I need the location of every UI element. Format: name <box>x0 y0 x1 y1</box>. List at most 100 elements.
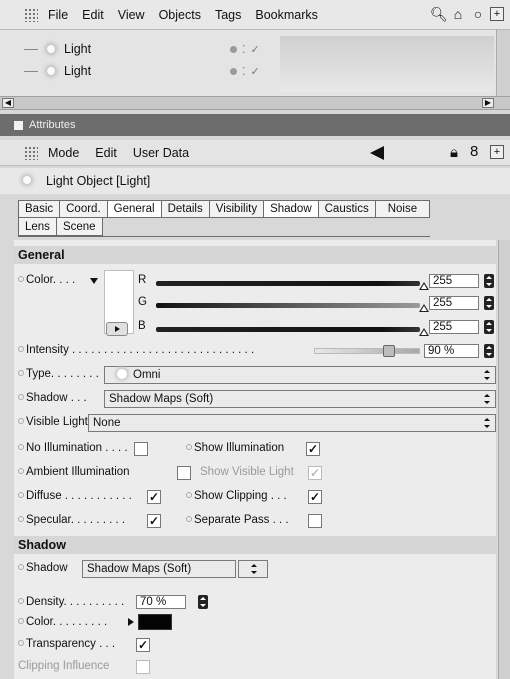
animate-bullet-icon[interactable] <box>18 394 24 400</box>
tab-lens[interactable]: Lens <box>18 218 56 236</box>
menu-user-data[interactable]: User Data <box>133 146 189 160</box>
tab-scene[interactable]: Scene <box>55 218 103 236</box>
animate-bullet-icon[interactable] <box>186 516 192 522</box>
separate-pass-checkbox[interactable] <box>308 514 322 528</box>
b-slider[interactable] <box>156 327 420 332</box>
object-tree: Light ⁚ ✓ Light ⁚ ✓ <box>18 38 276 82</box>
animate-bullet-icon[interactable] <box>18 640 24 646</box>
lock-icon[interactable]: 🔒︎ <box>450 144 458 161</box>
show-clipping-checkbox[interactable]: ✓ <box>308 490 322 504</box>
intensity-slider-thumb[interactable] <box>383 345 396 357</box>
g-value-field[interactable]: 255 <box>429 296 479 310</box>
menu-view[interactable]: View <box>118 8 145 22</box>
density-value-field[interactable]: 70 % <box>136 595 186 609</box>
shadow-type-dropdown[interactable]: Shadow Maps (Soft) <box>82 560 236 578</box>
animate-bullet-icon[interactable] <box>18 468 24 474</box>
object-name[interactable]: Light <box>64 42 230 56</box>
menu-objects[interactable]: Objects <box>159 8 201 22</box>
r-spinner[interactable] <box>484 274 494 288</box>
enabled-check-icon[interactable]: ✓ <box>251 43 260 56</box>
b-spinner[interactable] <box>484 320 494 334</box>
r-slider[interactable] <box>156 281 420 286</box>
expand-icon[interactable]: + <box>490 7 504 21</box>
visibility-toggle-icon[interactable]: ⁚ <box>242 65 246 78</box>
ellipse-icon[interactable]: ○ <box>470 6 486 22</box>
layer-dot-icon[interactable] <box>230 45 237 53</box>
attributes-scrollbar[interactable] <box>498 240 510 679</box>
tab-shadow[interactable]: Shadow <box>263 200 318 218</box>
animate-bullet-icon[interactable] <box>18 418 24 424</box>
show-illumination-checkbox[interactable]: ✓ <box>306 442 320 456</box>
visible-light-dropdown[interactable]: None <box>88 414 496 432</box>
menu-edit[interactable]: Edit <box>95 146 117 160</box>
color-menu-arrow-icon[interactable] <box>90 278 98 284</box>
horizontal-scrollbar[interactable]: ◀ ▶ <box>0 96 510 110</box>
intensity-slider[interactable] <box>314 348 420 354</box>
animate-bullet-icon[interactable] <box>186 444 192 450</box>
specular-checkbox[interactable]: ✓ <box>147 514 161 528</box>
object-manager-menubar: File Edit View Objects Tags Bookmarks 🔍︎… <box>0 0 510 30</box>
g-slider-thumb[interactable] <box>419 304 429 312</box>
shadow-type-dropdown-button[interactable] <box>238 560 268 578</box>
diffuse-checkbox[interactable]: ✓ <box>147 490 161 504</box>
transparency-checkbox[interactable]: ✓ <box>136 638 150 652</box>
animate-bullet-icon[interactable] <box>18 564 24 570</box>
scroll-right-icon[interactable]: ▶ <box>482 98 494 108</box>
intensity-spinner[interactable] <box>484 344 494 358</box>
grip-icon[interactable] <box>24 7 38 22</box>
menu-mode[interactable]: Mode <box>48 146 79 160</box>
tab-coord[interactable]: Coord. <box>59 200 107 218</box>
grip-icon[interactable] <box>24 145 38 160</box>
animate-bullet-icon[interactable] <box>18 492 24 498</box>
tab-details[interactable]: Details <box>160 200 209 218</box>
layer-dot-icon[interactable] <box>230 67 237 75</box>
density-spinner[interactable] <box>198 595 208 609</box>
b-slider-thumb[interactable] <box>419 328 429 336</box>
animate-bullet-icon[interactable] <box>18 516 24 522</box>
link-icon[interactable]: 8 <box>470 143 478 160</box>
menu-file[interactable]: File <box>48 8 68 22</box>
r-value-field[interactable]: 255 <box>429 274 479 288</box>
scroll-left-icon[interactable]: ◀ <box>2 98 14 108</box>
list-item[interactable]: Light ⁚ ✓ <box>18 60 276 82</box>
b-value-field[interactable]: 255 <box>429 320 479 334</box>
menu-tags[interactable]: Tags <box>215 8 241 22</box>
g-slider[interactable] <box>156 303 420 308</box>
expand-icon[interactable]: + <box>490 145 504 159</box>
g-spinner[interactable] <box>484 296 494 310</box>
animate-bullet-icon[interactable] <box>18 598 24 604</box>
intensity-value-field[interactable]: 90 % <box>424 344 479 358</box>
tab-noise[interactable]: Noise <box>374 200 431 218</box>
list-item[interactable]: Light ⁚ ✓ <box>18 38 276 60</box>
animate-bullet-icon[interactable] <box>18 370 24 376</box>
animate-bullet-icon[interactable] <box>18 276 24 282</box>
home-icon[interactable]: ⌂ <box>450 6 466 22</box>
animate-bullet-icon[interactable] <box>18 444 24 450</box>
ambient-illumination-checkbox[interactable] <box>177 466 191 480</box>
color-picker-button[interactable] <box>106 322 128 336</box>
animate-bullet-icon[interactable] <box>18 346 24 352</box>
tab-basic[interactable]: Basic <box>18 200 60 218</box>
animate-bullet-icon[interactable] <box>186 492 192 498</box>
section-general-heading: General <box>14 246 496 264</box>
object-flags: ⁚ ✓ <box>230 65 276 78</box>
no-illumination-checkbox[interactable] <box>134 442 148 456</box>
color-expand-arrow-icon[interactable] <box>128 618 134 626</box>
search-icon[interactable]: 🔍︎ <box>430 6 448 22</box>
enabled-check-icon[interactable]: ✓ <box>251 65 260 78</box>
back-arrow-icon[interactable] <box>370 146 384 160</box>
animate-bullet-icon[interactable] <box>18 618 24 624</box>
r-slider-thumb[interactable] <box>419 282 429 290</box>
object-list-scrollbar[interactable] <box>496 30 510 96</box>
shadow-dropdown[interactable]: Shadow Maps (Soft) <box>104 390 496 408</box>
object-name[interactable]: Light <box>64 64 230 78</box>
tab-general[interactable]: General <box>106 200 161 218</box>
attribute-tabs: Basic Coord. General Details Visibility … <box>18 200 431 237</box>
type-dropdown[interactable]: Omni <box>104 366 496 384</box>
menu-edit[interactable]: Edit <box>82 8 104 22</box>
visibility-toggle-icon[interactable]: ⁚ <box>242 43 246 56</box>
shadow-color-swatch[interactable] <box>138 614 172 630</box>
tab-caustics[interactable]: Caustics <box>317 200 375 218</box>
tab-visibility[interactable]: Visibility <box>208 200 264 218</box>
menu-bookmarks[interactable]: Bookmarks <box>255 8 318 22</box>
